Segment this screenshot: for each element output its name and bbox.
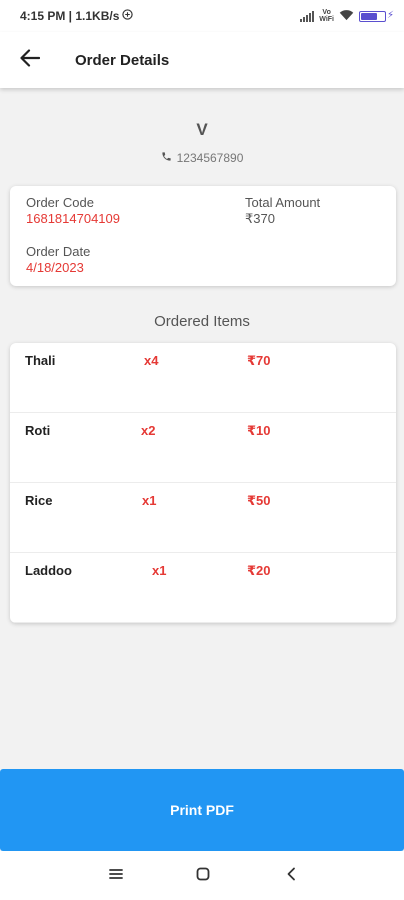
item-quantity: x4 [144,353,159,368]
home-square-icon [196,867,210,886]
total-amount-block: Total Amount ₹370 [245,195,320,227]
order-date-value: 4/18/2023 [26,260,84,275]
home-button[interactable] [190,863,216,889]
order-code-value: 1681814704109 [26,211,120,226]
status-time: 4:15 PM | 1.1KB/s [20,9,120,23]
item-price: ₹10 [247,423,271,438]
chevron-left-icon [286,867,296,886]
ordered-items-title: Ordered Items [154,313,250,330]
battery-charging-icon: ⚡ [359,10,394,22]
order-code-block: Order Code 1681814704109 [26,195,120,227]
item-name: Thali [25,353,56,368]
item-quantity: x1 [142,493,157,508]
customer-phone-row: 1234567890 [0,151,404,165]
order-code-label: Order Code [26,195,94,210]
status-bar: 4:15 PM | 1.1KB/s Vo WiFi ⚡ [0,0,404,32]
phone-icon [161,151,172,165]
customer-phone: 1234567890 [176,151,244,165]
order-date-block: Order Date 4/18/2023 [26,244,90,276]
order-date-label: Order Date [26,244,91,259]
total-amount-value: ₹370 [245,211,275,226]
customer-name: V [196,120,208,139]
arrow-left-icon [20,48,41,72]
system-back-button[interactable] [278,863,304,889]
back-button[interactable] [10,40,50,80]
item-quantity: x1 [152,563,167,578]
list-item[interactable]: Laddoo x1 ₹20 [10,553,396,623]
item-price: ₹50 [247,493,271,508]
volte-text-2: WiFi [319,16,334,23]
page-title: Order Details [75,51,170,69]
print-pdf-button[interactable]: Print PDF [0,769,404,851]
item-name: Rice [25,493,53,508]
app-bar: Order Details [0,32,404,88]
list-item[interactable]: Roti x2 ₹10 [10,413,396,483]
item-price: ₹70 [247,353,271,368]
menu-button[interactable] [103,863,129,889]
volte-indicator: Vo WiFi [319,9,334,23]
item-name: Roti [25,423,51,438]
ordered-items-list: Thali x4 ₹70 Roti x2 ₹10 Rice x1 ₹50 Lad… [10,343,396,623]
item-name: Laddoo [25,563,72,578]
item-quantity: x2 [141,423,156,438]
signal-icon [300,10,315,22]
menu-icon [109,867,123,885]
system-nav-bar [0,851,404,900]
status-left: 4:15 PM | 1.1KB/s [20,9,134,23]
order-info-card: Order Code 1681814704109 Total Amount ₹3… [10,186,396,286]
list-item[interactable]: Thali x4 ₹70 [10,343,396,413]
list-item[interactable]: Rice x1 ₹50 [10,483,396,553]
status-right: Vo WiFi ⚡ [300,9,394,24]
wifi-icon [339,9,354,24]
sync-circle-icon [122,9,134,23]
total-amount-label: Total Amount [245,195,321,210]
volte-text-1: Vo [322,9,331,16]
item-price: ₹20 [247,563,271,578]
